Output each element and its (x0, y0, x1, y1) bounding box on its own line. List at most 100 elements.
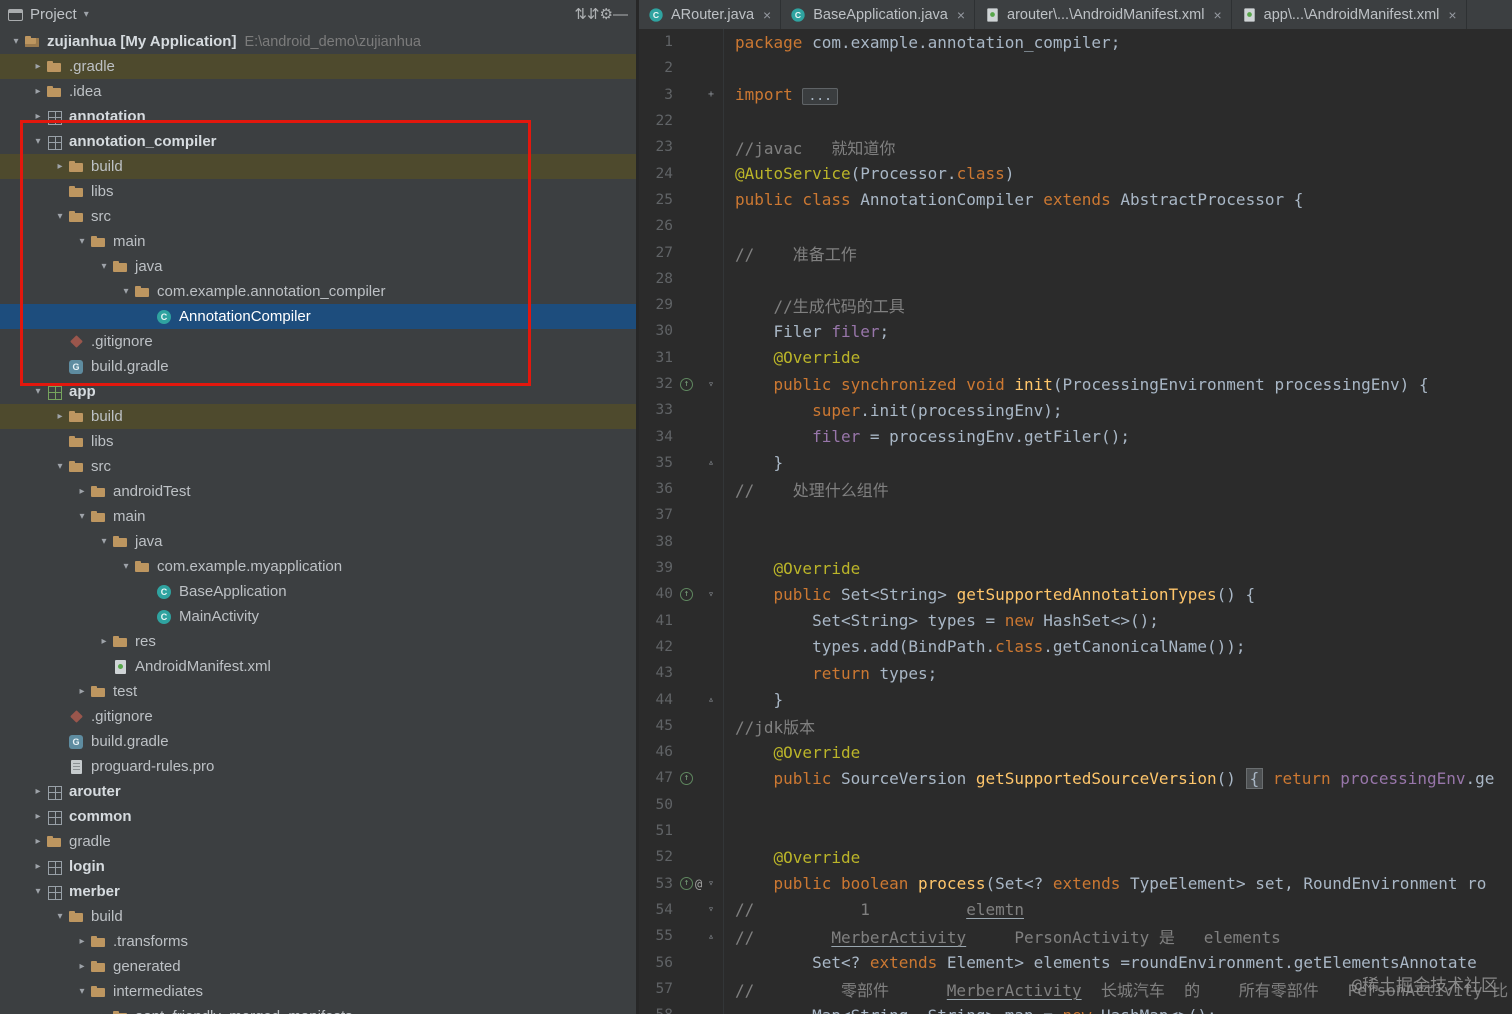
tree-item-generated[interactable]: ▸ generated (0, 954, 636, 979)
tree-item-main[interactable]: ▾ main (0, 229, 636, 254)
code-line-53[interactable]: 53 ↑ @ ▿ public boolean process(Set<? exten… (639, 871, 1512, 897)
code-line-27[interactable]: 27 // 准备工作 (639, 239, 1512, 265)
tree-item-build[interactable]: ▸ build (0, 404, 636, 429)
code-line-43[interactable]: 43 return types; (639, 660, 1512, 686)
tree-item-aapt-friendly-merged-manifests[interactable]: ▸aapt_friendly_merged_manifests (0, 1004, 636, 1014)
fold-marker-icon[interactable]: ▿ (699, 878, 723, 889)
close-tab-icon[interactable]: × (1213, 7, 1221, 23)
tree-item-proguard-rules-pro[interactable]: proguard-rules.pro (0, 754, 636, 779)
tree-item-build-gradle[interactable]: build.gradle (0, 354, 636, 379)
code-line-26[interactable]: 26 (639, 213, 1512, 239)
editor-tab[interactable]: app\...\AndroidManifest.xml × (1232, 0, 1467, 29)
override-method-icon[interactable]: ↑ (680, 771, 693, 785)
tree-item-annotationcompiler[interactable]: AnnotationCompiler (0, 304, 636, 329)
code-line-44[interactable]: 44 ▵ } (639, 686, 1512, 712)
chevron-down-icon[interactable]: ▾ (118, 561, 134, 572)
chevron-right-icon[interactable]: ▸ (52, 161, 68, 172)
tree-item-mainactivity[interactable]: MainActivity (0, 604, 636, 629)
tree-item-java[interactable]: ▾ java (0, 254, 636, 279)
chevron-right-icon[interactable]: ▸ (30, 811, 46, 822)
fold-marker-icon[interactable]: ▵ (699, 457, 723, 468)
tree-item-test[interactable]: ▸ test (0, 679, 636, 704)
tree-item-intermediates[interactable]: ▾ intermediates (0, 979, 636, 1004)
override-method-icon[interactable]: ↑ (680, 587, 693, 601)
chevron-right-icon[interactable]: ▸ (74, 486, 90, 497)
code-line-25[interactable]: 25 public class AnnotationCompiler extend… (639, 187, 1512, 213)
chevron-right-icon[interactable]: ▸ (74, 686, 90, 697)
chevron-right-icon[interactable]: ▸ (74, 961, 90, 972)
code-line-33[interactable]: 33 super.init(processingEnv); (639, 397, 1512, 423)
chevron-right-icon[interactable]: ▸ (30, 861, 46, 872)
tree-item-androidtest[interactable]: ▸ androidTest (0, 479, 636, 504)
close-tab-icon[interactable]: × (1448, 7, 1456, 23)
code-line-29[interactable]: 29 //生成代码的工具 (639, 292, 1512, 318)
code-line-36[interactable]: 36 // 处理什么组件 (639, 476, 1512, 502)
fold-marker-icon[interactable]: ▿ (699, 379, 723, 390)
code-line-31[interactable]: 31 @Override (639, 345, 1512, 371)
tree-item-gradle[interactable]: ▸ gradle (0, 829, 636, 854)
chevron-down-icon[interactable]: ▾ (8, 36, 24, 47)
chevron-down-icon[interactable]: ▾ (52, 211, 68, 222)
scroll-from-source-icon[interactable]: ⇅ (574, 6, 587, 23)
chevron-right-icon[interactable]: ▸ (30, 111, 46, 122)
code-line-34[interactable]: 34 filer = processingEnv.getFiler(); (639, 423, 1512, 449)
chevron-right-icon[interactable]: ▸ (52, 411, 68, 422)
chevron-right-icon[interactable]: ▸ (74, 936, 90, 947)
editor-tab[interactable]: arouter\...\AndroidManifest.xml × (975, 0, 1232, 29)
chevron-right-icon[interactable]: ▸ (30, 786, 46, 797)
chevron-down-icon[interactable]: ▾ (52, 911, 68, 922)
tree-item-build-gradle[interactable]: build.gradle (0, 729, 636, 754)
code-line-39[interactable]: 39 @Override (639, 555, 1512, 581)
code-line-3[interactable]: 3 + import ... (639, 82, 1512, 108)
code-line-55[interactable]: 55 ▵// MerberActivity PersonActivity 是 el… (639, 923, 1512, 949)
fold-marker-icon[interactable]: ▵ (699, 694, 723, 705)
code-line-51[interactable]: 51 (639, 818, 1512, 844)
chevron-down-icon[interactable]: ▾ (30, 386, 46, 397)
tree-item-annotation-compiler[interactable]: ▾ annotation_compiler (0, 129, 636, 154)
code-line-38[interactable]: 38 (639, 529, 1512, 555)
tree-item--gitignore[interactable]: .gitignore (0, 704, 636, 729)
code-line-47[interactable]: 47 ↑ public SourceVersion getSupportedSou… (639, 765, 1512, 791)
chevron-down-icon[interactable]: ▾ (96, 536, 112, 547)
override-method-icon[interactable]: ↑ (680, 877, 693, 891)
code-line-37[interactable]: 37 (639, 502, 1512, 528)
code-line-30[interactable]: 30 Filer filer; (639, 318, 1512, 344)
chevron-down-icon[interactable]: ▾ (118, 286, 134, 297)
code-line-52[interactable]: 52 @Override (639, 844, 1512, 870)
tree-item-main[interactable]: ▾ main (0, 504, 636, 529)
tree-item-baseapplication[interactable]: BaseApplication (0, 579, 636, 604)
close-tab-icon[interactable]: × (763, 7, 771, 23)
chevron-down-icon[interactable]: ▾ (30, 886, 46, 897)
chevron-right-icon[interactable]: ▸ (30, 836, 46, 847)
code-line-40[interactable]: 40 ↑ ▿ public Set<String> getSupportedAnno… (639, 581, 1512, 607)
code-line-32[interactable]: 32 ↑ ▿ public synchronized void init(Proce… (639, 371, 1512, 397)
tree-item-libs[interactable]: libs (0, 179, 636, 204)
code-line-58[interactable]: 58 Map<String, String> map = new HashMap… (639, 1002, 1512, 1014)
collapse-all-icon[interactable]: ⇵ (587, 6, 600, 23)
tree-item--idea[interactable]: ▸ .idea (0, 79, 636, 104)
code-line-28[interactable]: 28 (639, 266, 1512, 292)
tree-item-build[interactable]: ▸ build (0, 154, 636, 179)
fold-marker-icon[interactable]: ▵ (699, 931, 723, 942)
code-line-1[interactable]: 1 package com.example.annotation_compiler… (639, 29, 1512, 55)
code-line-45[interactable]: 45 //jdk版本 (639, 713, 1512, 739)
tree-item-arouter[interactable]: ▸ arouter (0, 779, 636, 804)
tree-item-libs[interactable]: libs (0, 429, 636, 454)
editor-tab[interactable]: BaseApplication.java × (781, 0, 976, 29)
tree-item-annotation[interactable]: ▸ annotation (0, 104, 636, 129)
override-method-icon[interactable]: ↑ (680, 377, 693, 391)
code-line-23[interactable]: 23 //javac 就知道你 (639, 134, 1512, 160)
tree-item-login[interactable]: ▸ login (0, 854, 636, 879)
close-tab-icon[interactable]: × (957, 7, 965, 23)
tree-item-src[interactable]: ▾ src (0, 204, 636, 229)
tree-item-res[interactable]: ▸ res (0, 629, 636, 654)
chevron-down-icon[interactable]: ▾ (84, 9, 89, 20)
chevron-down-icon[interactable]: ▾ (74, 236, 90, 247)
settings-icon[interactable]: ⚙ (600, 6, 613, 23)
tree-item-com-example-myapplication[interactable]: ▾ com.example.myapplication (0, 554, 636, 579)
fold-marker-icon[interactable]: ▿ (699, 589, 723, 600)
chevron-down-icon[interactable]: ▾ (96, 261, 112, 272)
chevron-down-icon[interactable]: ▾ (74, 986, 90, 997)
tree-item-src[interactable]: ▾ src (0, 454, 636, 479)
tree-item-merber[interactable]: ▾ merber (0, 879, 636, 904)
